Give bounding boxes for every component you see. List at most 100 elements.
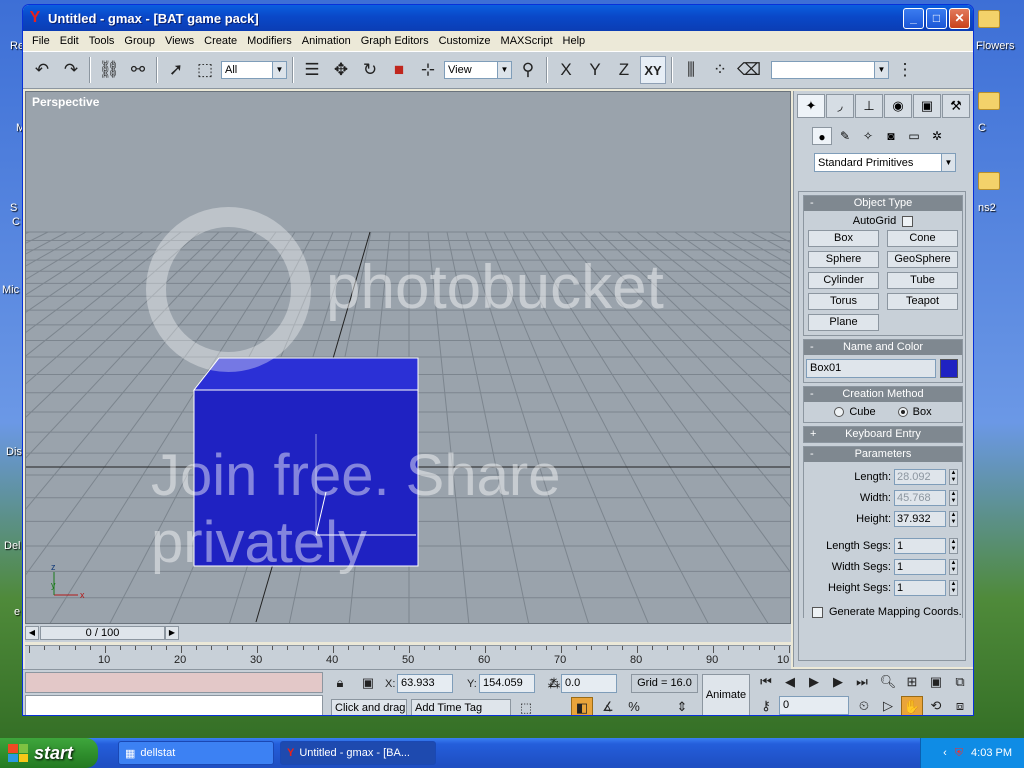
parameters-header[interactable]: - Parameters xyxy=(804,447,962,462)
animate-button[interactable]: Animate xyxy=(702,674,750,715)
viewport-label[interactable]: Perspective xyxy=(32,95,99,109)
select-pointer-icon[interactable]: ➚ xyxy=(163,56,189,84)
scale-icon[interactable]: ■ xyxy=(386,56,412,84)
maximize-viewport-icon[interactable]: ⧈ xyxy=(949,696,971,715)
time-config-icon[interactable]: ⏲ xyxy=(853,696,875,715)
menu-views[interactable]: Views xyxy=(160,35,199,47)
menu-group[interactable]: Group xyxy=(119,35,160,47)
length-field[interactable]: 28.092 xyxy=(894,468,946,485)
go-to-start-icon[interactable]: ⏮ xyxy=(755,672,777,692)
radio-button-selected[interactable] xyxy=(897,407,908,418)
creation-method-header[interactable]: - Creation Method xyxy=(804,387,962,402)
next-frame-icon[interactable]: ▶ xyxy=(827,672,849,692)
desktop-icon-label[interactable]: Dis xyxy=(6,446,22,458)
desktop-icon-label[interactable]: S xyxy=(10,202,17,214)
sphere-button[interactable]: Sphere xyxy=(808,251,879,268)
x-coordinate-field[interactable]: 63.933 xyxy=(397,674,453,693)
snap-toggle-icon[interactable]: ⁂ xyxy=(543,674,565,694)
box-mode-icon[interactable]: ◧ xyxy=(571,697,593,715)
autogrid-checkbox[interactable] xyxy=(902,215,914,227)
height-field[interactable]: 37.932 xyxy=(894,510,946,527)
desktop-icon-label[interactable]: Del xyxy=(4,540,21,552)
add-time-tag-button[interactable]: Add Time Tag xyxy=(411,699,511,715)
pivot-icon[interactable]: ⊹ xyxy=(415,56,441,84)
prev-frame-arrow-icon[interactable]: ◀ xyxy=(25,626,39,640)
height-segs-spinner[interactable]: ▲ ▼ xyxy=(949,579,958,596)
maximize-button[interactable]: □ xyxy=(926,7,947,29)
menu-graph-editors[interactable]: Graph Editors xyxy=(356,35,434,47)
method-box-option[interactable]: Box xyxy=(897,406,932,418)
pan-hand-icon[interactable]: ✋ xyxy=(901,696,923,715)
method-cube-option[interactable]: Cube xyxy=(834,406,876,418)
desktop-icon-label[interactable]: ns2 xyxy=(978,202,996,214)
named-selection-dropdown[interactable]: ▼ xyxy=(771,61,889,79)
close-button[interactable]: ✕ xyxy=(949,7,970,29)
current-frame-field[interactable]: 0 xyxy=(779,696,849,715)
region-select-icon[interactable]: ⬚ xyxy=(192,56,218,84)
desktop-icon-label[interactable]: Mic xyxy=(2,284,19,296)
axis-y-button[interactable]: Y xyxy=(582,56,608,84)
menu-file[interactable]: File xyxy=(27,35,55,47)
create-tab-icon[interactable]: ✦ xyxy=(797,94,825,118)
eraser-icon[interactable]: ⌫ xyxy=(736,56,762,84)
menu-create[interactable]: Create xyxy=(199,35,242,47)
select-by-name-icon[interactable]: ☰ xyxy=(299,56,325,84)
menu-maxscript[interactable]: MAXScript xyxy=(496,35,558,47)
link-icon[interactable]: ⛓ xyxy=(96,56,122,84)
mirror-icon[interactable]: ⫼ xyxy=(678,56,704,84)
length-segs-field[interactable]: 1 xyxy=(894,537,946,554)
box-button[interactable]: Box xyxy=(808,230,879,247)
rotate-icon[interactable]: ↻ xyxy=(357,56,383,84)
rollout-panel[interactable]: - Object Type AutoGrid Box Cone Sphere G… xyxy=(798,191,966,661)
shapes-icon[interactable]: ✎ xyxy=(835,127,855,145)
generate-mapping-checkbox[interactable] xyxy=(812,606,823,618)
unlink-icon[interactable]: ⚯ xyxy=(125,56,151,84)
tube-button[interactable]: Tube xyxy=(887,272,958,289)
lock-selection-icon[interactable]: 🔒︎ xyxy=(329,673,351,693)
zoom-extents-icon[interactable]: ▣ xyxy=(925,672,947,692)
cone-button[interactable]: Cone xyxy=(887,230,958,247)
width-field[interactable]: 45.768 xyxy=(894,489,946,506)
geosphere-button[interactable]: GeoSphere xyxy=(887,251,958,268)
modify-tab-icon[interactable]: ◞ xyxy=(826,94,854,118)
name-color-header[interactable]: - Name and Color xyxy=(804,340,962,355)
torus-button[interactable]: Torus xyxy=(808,293,879,310)
desktop-icon-label[interactable]: C xyxy=(12,216,20,228)
undo-icon[interactable]: ↶ xyxy=(29,56,55,84)
object-type-header[interactable]: - Object Type xyxy=(804,196,962,211)
absolute-mode-icon[interactable]: ▣ xyxy=(357,673,379,693)
desktop-icon-label[interactable]: C xyxy=(978,122,986,134)
maxscript-output-line[interactable] xyxy=(25,695,323,715)
toolbar-overflow-icon[interactable]: ⋮ xyxy=(892,56,918,84)
zoom-extents-all-icon[interactable]: ⧉ xyxy=(949,672,971,692)
angle-snap-icon[interactable]: ∡ xyxy=(597,697,619,715)
menu-modifiers[interactable]: Modifiers xyxy=(242,35,297,47)
taskbar-item-dellstat[interactable]: ▦ dellstat xyxy=(118,741,274,765)
helpers-icon[interactable]: ▭ xyxy=(904,127,924,145)
utilities-tab-icon[interactable]: ⚒ xyxy=(942,94,970,118)
taskbar-item-gmax[interactable]: Y Untitled - gmax - [BA... xyxy=(280,741,436,765)
key-mode-icon[interactable]: ⚷ xyxy=(755,696,777,715)
teapot-button[interactable]: Teapot xyxy=(887,293,958,310)
height-spinner[interactable]: ▲ ▼ xyxy=(949,510,958,527)
security-shield-icon[interactable]: ⛨ xyxy=(955,747,963,760)
zoom-all-icon[interactable]: ⊞ xyxy=(901,672,923,692)
field-of-view-icon[interactable]: ▷ xyxy=(877,696,899,715)
percent-snap-icon[interactable]: % xyxy=(623,697,645,715)
spinner-snap-icon[interactable]: ⇕ xyxy=(671,697,693,715)
hierarchy-tab-icon[interactable]: ⊥ xyxy=(855,94,883,118)
folder-icon[interactable] xyxy=(978,92,1000,110)
time-slider-thumb[interactable]: 0 / 100 xyxy=(40,626,165,640)
width-segs-field[interactable]: 1 xyxy=(894,558,946,575)
menu-help[interactable]: Help xyxy=(558,35,591,47)
radio-button[interactable] xyxy=(834,407,845,418)
track-bar[interactable]: 10 20 30 40 50 60 70 80 90 10 xyxy=(25,645,791,669)
width-segs-spinner[interactable]: ▲ ▼ xyxy=(949,558,958,575)
axis-xy-button[interactable]: XY xyxy=(640,56,666,84)
clock[interactable]: 4:03 PM xyxy=(971,747,1012,759)
motion-tab-icon[interactable]: ◉ xyxy=(884,94,912,118)
object-color-swatch[interactable] xyxy=(940,359,958,378)
width-spinner[interactable]: ▲ ▼ xyxy=(949,489,958,506)
desktop-icon-label[interactable]: Flowers xyxy=(976,40,1015,52)
cylinder-button[interactable]: Cylinder xyxy=(808,272,879,289)
